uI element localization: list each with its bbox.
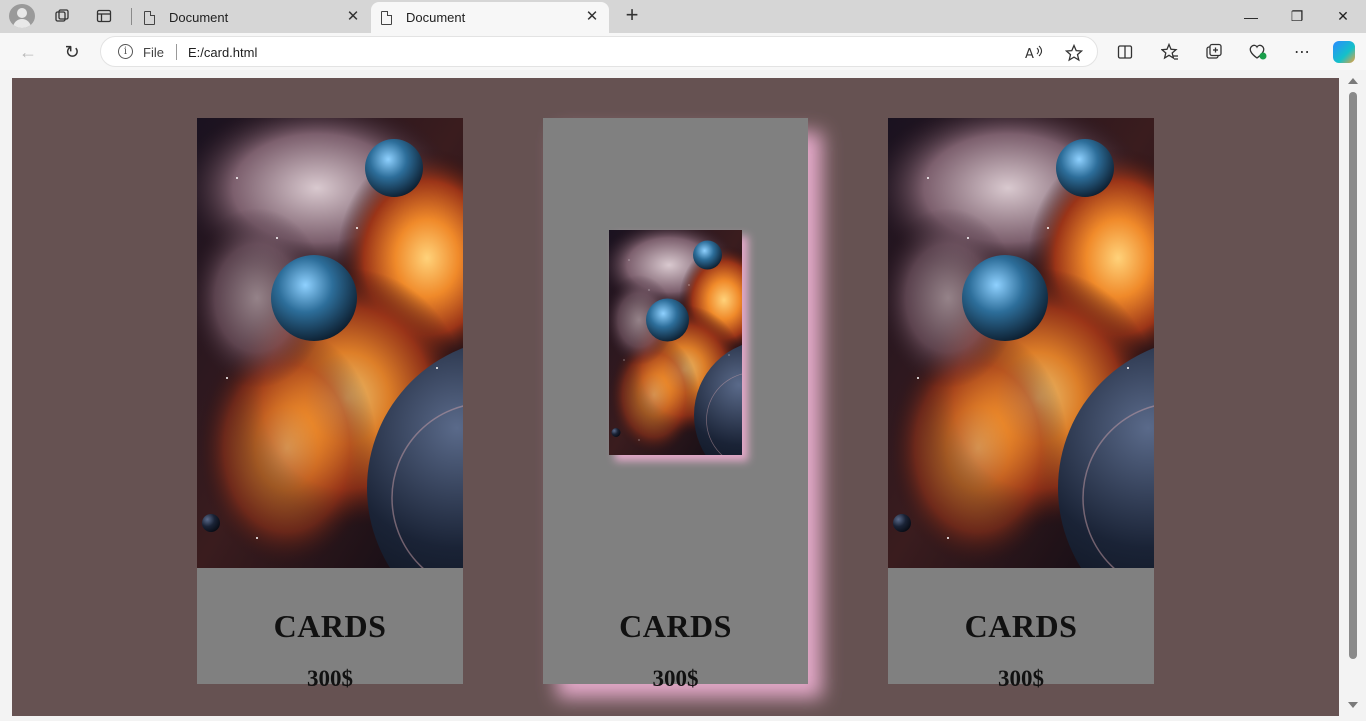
close-icon[interactable]: ✕ bbox=[583, 8, 601, 26]
address-toolbar: ← ↻ i File E:/card.html A ⋯ bbox=[0, 33, 1366, 70]
card-price: 300$ bbox=[998, 666, 1044, 691]
more-menu-icon[interactable]: ⋯ bbox=[1288, 38, 1316, 66]
collections-icon[interactable] bbox=[1200, 38, 1228, 66]
scheme-label: File bbox=[143, 45, 164, 60]
restore-button[interactable]: ❐ bbox=[1274, 0, 1320, 33]
minimize-button[interactable]: — bbox=[1228, 0, 1274, 33]
space-image bbox=[609, 230, 742, 455]
card-price: 300$ bbox=[652, 666, 699, 691]
space-image bbox=[197, 118, 463, 568]
page-viewport: CARDS 300$ CARDS 300$ CARDS 300$ bbox=[12, 78, 1339, 716]
tab-strip: Document ✕ Document ✕ + — ❐ ✕ bbox=[0, 0, 1366, 33]
copilot-icon[interactable] bbox=[1333, 41, 1355, 63]
window-close-button[interactable]: ✕ bbox=[1320, 0, 1366, 33]
card-3[interactable]: CARDS 300$ bbox=[888, 118, 1154, 691]
card-price: 300$ bbox=[307, 666, 353, 691]
space-image bbox=[888, 118, 1154, 568]
scroll-thumb[interactable] bbox=[1349, 92, 1357, 659]
reload-button[interactable]: ↻ bbox=[58, 38, 86, 66]
back-button[interactable]: ← bbox=[14, 38, 42, 66]
address-separator bbox=[176, 44, 177, 60]
scroll-up-arrow-icon[interactable] bbox=[1348, 78, 1358, 84]
url-text[interactable]: E:/card.html bbox=[188, 45, 257, 60]
address-bar[interactable]: i File E:/card.html A bbox=[100, 36, 1098, 67]
new-tab-icon[interactable]: + bbox=[620, 4, 644, 28]
document-icon bbox=[144, 10, 155, 25]
card-1[interactable]: CARDS 300$ bbox=[197, 118, 463, 691]
document-icon bbox=[381, 10, 392, 25]
browser-essentials-icon[interactable] bbox=[1244, 38, 1272, 66]
svg-text:A: A bbox=[1025, 47, 1034, 61]
workspaces-icon[interactable] bbox=[49, 4, 75, 28]
tab-actions-icon[interactable] bbox=[91, 4, 117, 28]
card-title: CARDS bbox=[619, 608, 732, 644]
tab-document-2[interactable]: Document ✕ bbox=[371, 2, 609, 33]
close-icon[interactable]: ✕ bbox=[344, 8, 362, 26]
tab-title: Document bbox=[169, 10, 229, 25]
card-title: CARDS bbox=[964, 608, 1078, 644]
tab-title: Document bbox=[406, 10, 466, 25]
card-2-hovered[interactable]: CARDS 300$ bbox=[543, 118, 808, 691]
scroll-down-arrow-icon[interactable] bbox=[1348, 702, 1358, 708]
favorites-icon[interactable] bbox=[1156, 38, 1184, 66]
vertical-scrollbar[interactable] bbox=[1345, 74, 1360, 716]
info-icon[interactable]: i bbox=[118, 44, 133, 59]
read-aloud-icon[interactable]: A bbox=[1023, 42, 1045, 64]
split-screen-icon[interactable] bbox=[1111, 38, 1139, 66]
profile-avatar-icon[interactable] bbox=[9, 4, 35, 28]
tab-separator bbox=[131, 8, 132, 25]
card-title: CARDS bbox=[273, 608, 387, 644]
favorite-star-icon[interactable] bbox=[1063, 42, 1085, 64]
tab-document-1[interactable]: Document ✕ bbox=[134, 2, 370, 33]
